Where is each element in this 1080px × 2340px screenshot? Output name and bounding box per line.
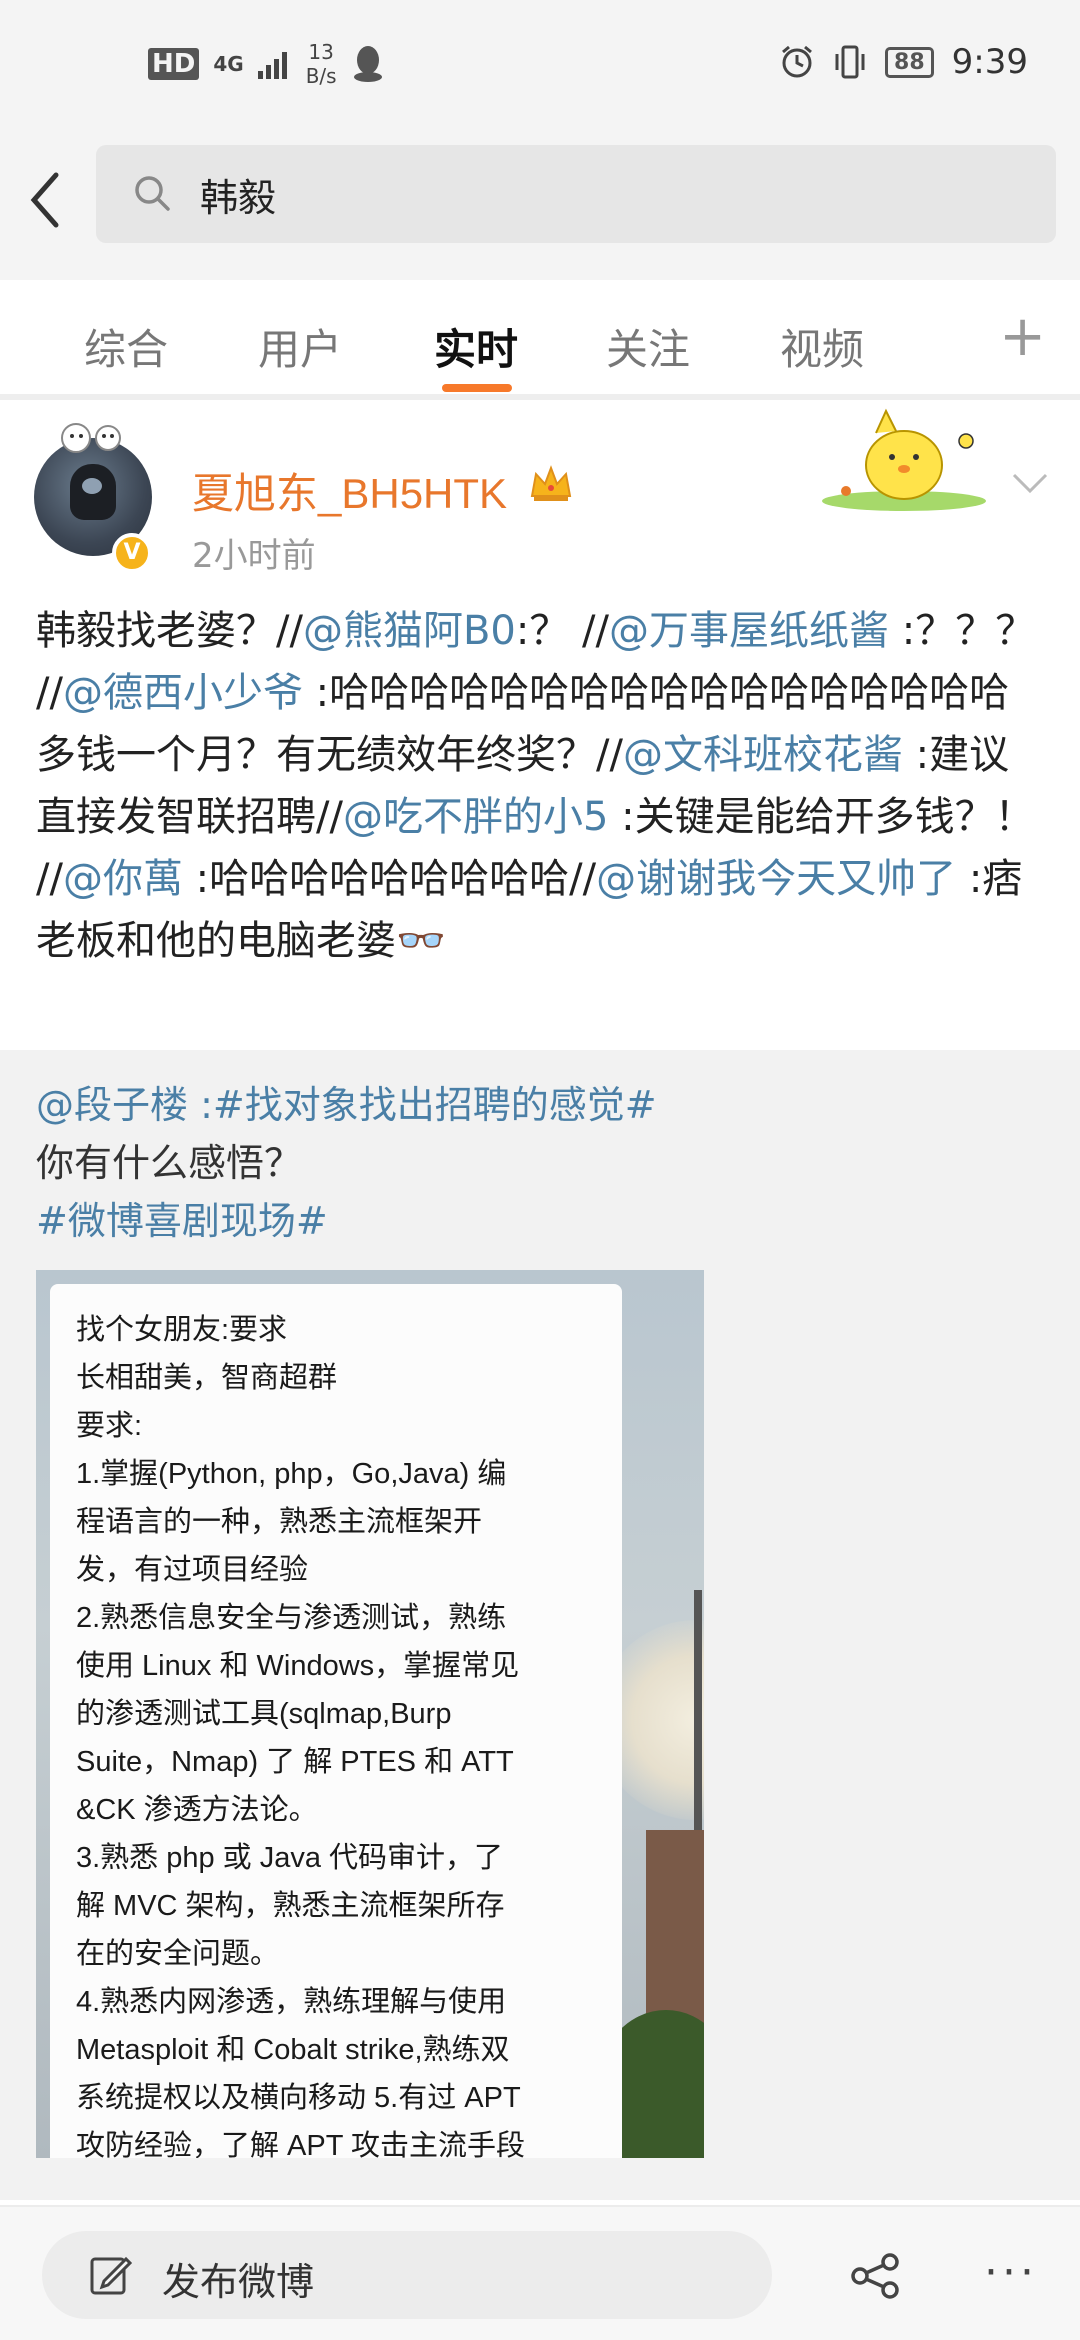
status-left: HD 4G 13 B/s	[148, 40, 385, 88]
image-text-line: 3.熟悉 php 或 Java 代码审计，了	[76, 1842, 504, 1874]
glasses-emoji-icon: 👓	[396, 918, 446, 964]
network-speed-value: 13	[308, 40, 334, 64]
battery-icon: 88	[885, 46, 934, 78]
back-arrow-icon	[30, 172, 59, 228]
mention-link[interactable]: @文科班校花酱	[623, 732, 903, 778]
tab-realtime[interactable]: 实时	[434, 316, 518, 377]
qq-icon	[353, 46, 382, 82]
hashtag-link[interactable]: #微博喜剧现场#	[36, 1192, 1046, 1250]
crown-icon[interactable]	[528, 462, 574, 504]
image-text-line: 4.熟悉内网渗透，熟练理解与使用	[76, 1986, 507, 2018]
search-box[interactable]: 韩毅	[96, 145, 1056, 243]
post-content: 韩毅找老婆？//@熊猫阿B0:？ //@万事屋纸纸酱 :？？？ //@德西小少爷…	[36, 600, 1046, 972]
hashtag-link[interactable]: #找对象找出招聘的感觉#	[213, 1083, 657, 1127]
active-tab-indicator	[442, 384, 512, 392]
back-button[interactable]	[24, 165, 64, 249]
image-text-line: 解 MVC 架构，熟悉主流框架所存	[76, 1890, 505, 1922]
hd-badge: HD	[148, 48, 200, 80]
retweeted-post[interactable]: @段子楼 :#找对象找出招聘的感觉# 你有什么感悟？ #微博喜剧现场# 找个女朋…	[0, 1050, 1080, 2200]
mention-link[interactable]: @谢谢我今天又帅了	[596, 856, 956, 902]
post-username[interactable]: 夏旭东_BH5HTK	[192, 460, 507, 521]
tab-video[interactable]: 视频	[780, 316, 864, 377]
retweet-line-1: @段子楼 :#找对象找出招聘的感觉#	[36, 1076, 1046, 1134]
retweet-line-2: 你有什么感悟？	[36, 1141, 303, 1185]
search-icon	[135, 176, 170, 211]
mention-link[interactable]: @万事屋纸纸酱	[609, 608, 889, 654]
image-text-line: 要求:	[76, 1410, 143, 1442]
image-text-line: Metasploit 和 Cobalt strike,熟练双	[76, 2034, 510, 2066]
image-text-line: 程语言的一种，熟悉主流框架开	[76, 1506, 483, 1538]
post-text-segment: :？ //	[515, 608, 609, 654]
search-header: 韩毅	[0, 135, 1080, 280]
post-time: 2小时前	[192, 536, 316, 576]
vibrate-icon	[835, 45, 865, 79]
compose-button[interactable]: 发布微博	[42, 2231, 772, 2319]
mention-link[interactable]: @德西小少爷	[63, 670, 303, 716]
image-text-line: 1.掌握(Python, php，Go,Java) 编	[76, 1458, 507, 1490]
image-text-line: 在的安全问题。	[76, 1938, 280, 1970]
network-speed: 13 B/s	[306, 40, 337, 88]
image-text-line: 找个女朋友:要求	[76, 1314, 288, 1346]
retweet-separator: :	[188, 1083, 213, 1127]
mention-link[interactable]: @段子楼	[36, 1083, 188, 1127]
image-text-line: 长相甜美，智商超群	[76, 1362, 338, 1394]
image-text-line: 攻防经验，了解 APT 攻击主流手段	[76, 2130, 525, 2158]
alarm-icon	[782, 45, 812, 78]
signal-icon	[257, 52, 287, 79]
retweet-image[interactable]: 找个女朋友:要求 长相甜美，智商超群 要求: 1.掌握(Python, php，…	[36, 1270, 704, 2158]
network-label: 4G	[213, 52, 244, 76]
mention-link[interactable]: @熊猫阿B0	[303, 608, 516, 654]
image-text-line: 的渗透测试工具(sqlmap,Burp	[76, 1698, 452, 1730]
edit-icon	[90, 2256, 132, 2295]
status-right: 88 9:39	[779, 42, 1028, 82]
verified-badge-icon: V	[112, 533, 152, 573]
avatar-hand-graphic	[70, 464, 116, 520]
post-text-segment: :哈哈哈哈哈哈哈哈哈//	[182, 856, 597, 902]
more-options-icon[interactable]: ···	[984, 2247, 1038, 2298]
tab-bar: 综合 用户 实时 关注 视频 +	[0, 280, 1080, 400]
image-note-card: 找个女朋友:要求 长相甜美，智商超群 要求: 1.掌握(Python, php，…	[50, 1284, 622, 2158]
image-text-line: 2.熟悉信息安全与渗透测试，熟练	[76, 1602, 507, 1634]
compose-label: 发布微博	[162, 2260, 315, 2304]
chevron-down-icon[interactable]	[1010, 470, 1050, 496]
share-icon[interactable]	[850, 2253, 902, 2299]
add-tab-button[interactable]: +	[999, 304, 1046, 369]
network-speed-unit: B/s	[305, 64, 337, 88]
avatar-frame-decoration-icon	[61, 423, 121, 453]
tab-users[interactable]: 用户	[258, 316, 342, 377]
image-text-line: 系统提权以及横向移动 5.有过 APT	[76, 2082, 521, 2114]
image-text-line: Suite，Nmap) 了 解 PTES 和 ATT	[76, 1746, 514, 1778]
yellow-chick-sticker-icon[interactable]	[816, 405, 1002, 515]
clock: 9:39	[951, 42, 1028, 82]
retweet-text: @段子楼 :#找对象找出招聘的感觉# 你有什么感悟？ #微博喜剧现场#	[36, 1076, 1046, 1250]
mention-link[interactable]: @吃不胖的小5	[343, 794, 608, 840]
tab-following[interactable]: 关注	[606, 316, 690, 377]
tab-comprehensive[interactable]: 综合	[84, 316, 168, 377]
image-text-line: 发，有过项目经验	[76, 1554, 309, 1586]
image-text-line: 使用 Linux 和 Windows，掌握常见	[76, 1650, 520, 1682]
status-bar: HD 4G 13 B/s 88 9:39	[0, 0, 1080, 135]
mention-link[interactable]: @你萬	[63, 856, 183, 902]
search-query[interactable]: 韩毅	[200, 167, 276, 222]
bottom-bar: 发布微博 ···	[0, 2205, 1080, 2340]
image-text-line: &CK 渗透方法论。	[76, 1794, 318, 1826]
post-text-segment: 韩毅找老婆？//	[36, 608, 303, 654]
